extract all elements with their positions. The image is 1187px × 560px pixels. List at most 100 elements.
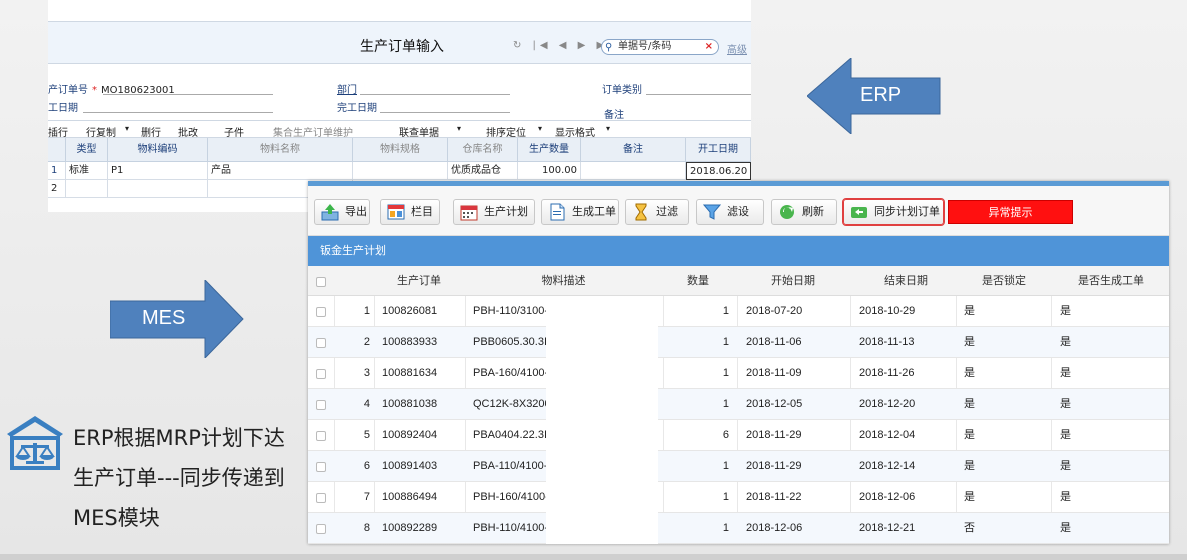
end-date-cell[interactable]: 2018-11-13 [859, 327, 914, 358]
locked-cell[interactable]: 是 [964, 420, 975, 451]
qty-cell[interactable]: 6 [663, 420, 729, 451]
start-date-cell[interactable]: 2018-12-06 [746, 513, 802, 544]
col-qty[interactable]: 数量 [668, 266, 728, 296]
order-number-cell[interactable]: 100826081 [382, 296, 437, 327]
locked-cell[interactable]: 是 [964, 358, 975, 389]
start-date-cell[interactable]: 2018-07-20 [746, 296, 802, 327]
chevron-down-icon[interactable]: ▾ [606, 124, 610, 133]
qty-cell[interactable]: 1 [663, 358, 729, 389]
material-desc-cell[interactable]: PBH-110/4100- [473, 513, 548, 544]
order-number-cell[interactable]: 100886494 [382, 482, 437, 513]
select-all-checkbox[interactable] [316, 277, 326, 287]
locked-cell[interactable]: 否 [964, 513, 975, 544]
end-date-cell[interactable]: 2018-11-26 [859, 358, 914, 389]
table-row[interactable]: 8 100892289 PBH-110/4100- 1 2018-12-06 2018-1… [308, 513, 1169, 544]
filter-button[interactable]: 过滤 [625, 199, 689, 225]
production-plan-button[interactable]: 生产计划 [453, 199, 535, 225]
chevron-down-icon[interactable]: ▾ [125, 124, 129, 133]
col-locked[interactable]: 是否锁定 [954, 266, 1054, 296]
material-desc-cell[interactable]: PBB0605.30.3I [473, 327, 547, 358]
locked-cell[interactable]: 是 [964, 482, 975, 513]
display-format-button[interactable]: 显示格式 [555, 124, 595, 139]
end-date-cell[interactable]: 2018-12-06 [859, 482, 915, 513]
collection-order-button[interactable]: 集合生产订单维护 [273, 124, 353, 139]
generated-cell[interactable]: 是 [1060, 451, 1071, 482]
material-desc-cell[interactable]: QC12K-8X3200 [473, 389, 551, 420]
filter-settings-button[interactable]: 滤设 [696, 199, 764, 225]
table-row[interactable]: 5 100892404 PBA0404.22.3I 6 2018-11-29 2018-1… [308, 420, 1169, 451]
query-docs-button[interactable]: 联查单据 [399, 124, 439, 139]
erp-col-name[interactable]: 物料名称 [208, 138, 353, 162]
erp-col-spec[interactable]: 物料规格 [353, 138, 448, 162]
columns-button[interactable]: 栏目 [380, 199, 440, 225]
erp-col-type[interactable]: 类型 [66, 138, 108, 162]
table-row[interactable]: 1 100826081 PBH-110/3100- 1 2018-07-20 2018-1… [308, 296, 1169, 327]
copy-row-button[interactable]: 行复制 [86, 124, 116, 139]
table-row[interactable]: 6 100891403 PBA-110/4100- 1 2018-11-29 2018-1… [308, 451, 1169, 482]
row-checkbox[interactable] [316, 307, 326, 317]
chevron-down-icon[interactable]: ▾ [538, 124, 542, 133]
erp-cell-type[interactable] [66, 180, 108, 198]
end-date-cell[interactable]: 2018-12-14 [859, 451, 915, 482]
sort-locate-button[interactable]: 排序定位 [486, 124, 526, 139]
insert-row-button[interactable]: 插行 [48, 124, 68, 139]
erp-cell-remark[interactable] [581, 162, 686, 180]
generated-cell[interactable]: 是 [1060, 420, 1071, 451]
row-checkbox[interactable] [316, 338, 326, 348]
col-material-desc[interactable]: 物料描述 [471, 266, 656, 296]
order-number-cell[interactable]: 100883933 [382, 327, 437, 358]
row-checkbox[interactable] [316, 369, 326, 379]
order-number-cell[interactable]: 100892404 [382, 420, 437, 451]
locked-cell[interactable]: 是 [964, 296, 975, 327]
generated-cell[interactable]: 是 [1060, 296, 1071, 327]
order-type-field[interactable]: 订单类别 [602, 81, 642, 96]
qty-cell[interactable]: 1 [663, 513, 729, 544]
generated-cell[interactable]: 是 [1060, 358, 1071, 389]
end-date-cell[interactable]: 2018-10-29 [859, 296, 915, 327]
erp-col-qty[interactable]: 生产数量 [518, 138, 581, 162]
erp-cell-spec[interactable] [353, 162, 448, 180]
qty-cell[interactable]: 1 [663, 327, 729, 358]
material-desc-cell[interactable]: PBH-160/4100- [473, 482, 549, 513]
start-date-cell[interactable]: 2018-11-09 [746, 358, 801, 389]
erp-col-warehouse[interactable]: 仓库名称 [448, 138, 518, 162]
sync-plan-order-button[interactable]: 同步计划订单 [842, 198, 945, 226]
erp-advanced-link[interactable]: 高级 [727, 41, 747, 56]
row-checkbox[interactable] [316, 431, 326, 441]
qty-cell[interactable]: 1 [663, 296, 729, 327]
row-checkbox[interactable] [316, 462, 326, 472]
table-row[interactable]: 3 100881634 PBA-160/4100- 1 2018-11-09 2018-1… [308, 358, 1169, 389]
generate-work-order-button[interactable]: 生成工单 [541, 199, 619, 225]
remark-field[interactable]: 备注 [604, 106, 624, 121]
row-checkbox[interactable] [316, 493, 326, 503]
locked-cell[interactable]: 是 [964, 389, 975, 420]
generated-cell[interactable]: 是 [1060, 513, 1071, 544]
start-date-cell[interactable]: 2018-11-06 [746, 327, 801, 358]
order-number-cell[interactable]: 100881038 [382, 389, 437, 420]
erp-cell-qty[interactable]: 100.00 [518, 162, 581, 180]
erp-col-remark[interactable]: 备注 [581, 138, 686, 162]
order-number-cell[interactable]: 100892289 [382, 513, 437, 544]
qty-cell[interactable]: 1 [663, 389, 729, 420]
export-button[interactable]: 导出 [314, 199, 370, 225]
end-date-cell[interactable]: 2018-12-20 [859, 389, 915, 420]
material-desc-cell[interactable]: PBA0404.22.3I [473, 420, 547, 451]
col-order[interactable]: 生产订单 [374, 266, 464, 296]
col-start-date[interactable]: 开始日期 [738, 266, 848, 296]
delete-row-button[interactable]: 删行 [141, 124, 161, 139]
component-button[interactable]: 子件 [224, 124, 244, 139]
order-number-cell[interactable]: 100881634 [382, 358, 437, 389]
material-desc-cell[interactable]: PBA-110/4100- [473, 451, 547, 482]
order-number-cell[interactable]: 100891403 [382, 451, 437, 482]
locked-cell[interactable]: 是 [964, 451, 975, 482]
erp-cell-name[interactable]: 产品 [208, 162, 353, 180]
table-row[interactable]: 2 100883933 PBB0605.30.3I 1 2018-11-06 2018-1… [308, 327, 1169, 358]
generated-cell[interactable]: 是 [1060, 482, 1071, 513]
row-checkbox[interactable] [316, 524, 326, 534]
qty-cell[interactable]: 1 [663, 451, 729, 482]
erp-col-code[interactable]: 物料编码 [108, 138, 208, 162]
refresh-button[interactable]: 刷新 [771, 199, 837, 225]
row-checkbox[interactable] [316, 400, 326, 410]
end-date-cell[interactable]: 2018-12-04 [859, 420, 915, 451]
col-generated[interactable]: 是否生成工单 [1053, 266, 1169, 296]
